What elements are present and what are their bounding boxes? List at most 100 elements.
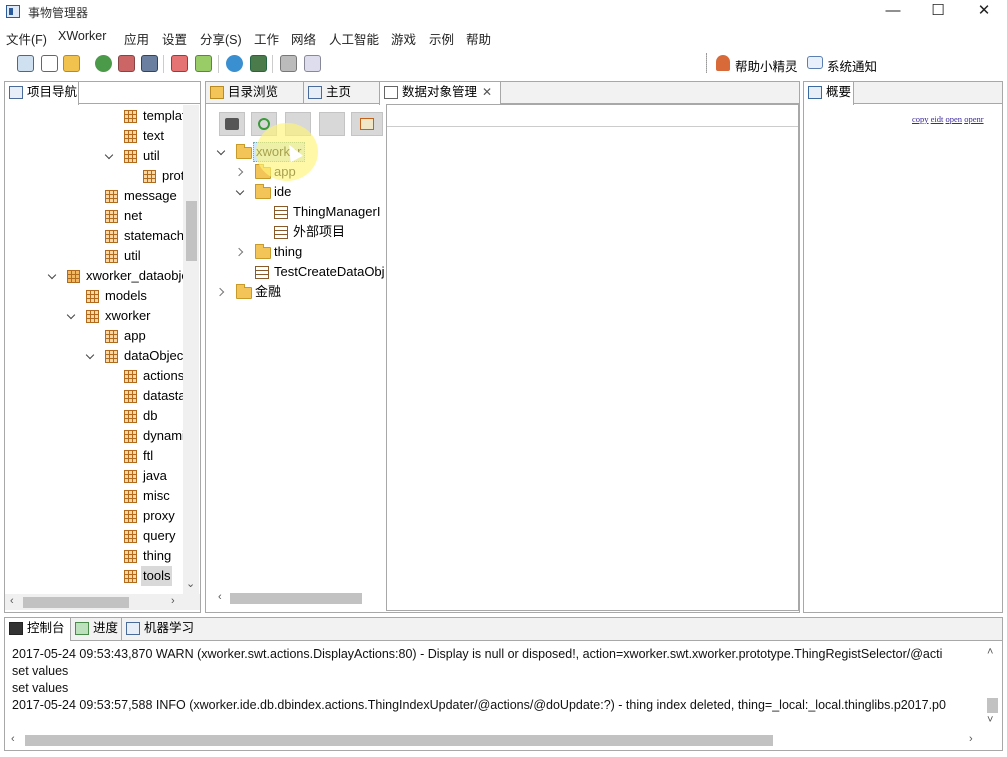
openr-link[interactable]: openr [964, 114, 983, 124]
tab-console[interactable]: 控制台 [5, 618, 71, 641]
scroll-up-icon[interactable]: ˄ [987, 646, 993, 658]
scroll-down-icon[interactable]: ˅ [987, 714, 993, 726]
nav-tree-item[interactable]: app [5, 326, 183, 346]
notify-button[interactable]: 系统通知 [827, 56, 877, 75]
tab-machine-learning[interactable]: 机器学习 [121, 618, 199, 640]
scroll-left-icon[interactable]: ‹ [11, 733, 15, 745]
globe-icon[interactable] [226, 55, 243, 72]
center-tree-item[interactable]: thing [206, 242, 384, 262]
eidt-link[interactable]: eidt [931, 114, 944, 124]
open-folder-icon[interactable] [63, 55, 80, 72]
blank-button-2[interactable] [319, 112, 345, 136]
nav-tree-item[interactable]: datastax [5, 386, 183, 406]
nav-tree-item[interactable]: tools [5, 566, 183, 586]
menu-examples[interactable]: 示例 [429, 29, 454, 48]
tab-project-navigator[interactable]: 项目导航 [5, 82, 79, 105]
nav-tree-item[interactable]: templates [5, 106, 183, 126]
scroll-thumb[interactable] [186, 201, 197, 261]
collapse-arrow-icon[interactable] [48, 271, 57, 280]
collapse-arrow-icon[interactable] [105, 151, 114, 160]
expand-arrow-icon[interactable] [217, 287, 226, 296]
nav-tree-item[interactable]: net [5, 206, 183, 226]
scroll-left-icon[interactable]: ‹ [10, 595, 14, 607]
scroll-down-icon[interactable]: ⌄ [186, 577, 195, 590]
console-vscroll[interactable]: ˄ ˅ [984, 642, 1000, 732]
nav-tree-item[interactable]: db [5, 406, 183, 426]
scroll-right-icon[interactable]: › [969, 733, 973, 745]
nav-tree-item[interactable]: ftl [5, 446, 183, 466]
maximize-button[interactable]: ☐ [915, 0, 961, 24]
console-output[interactable]: 2017-05-24 09:53:43,870 WARN (xworker.sw… [5, 642, 984, 732]
menu-ai[interactable]: 人工智能 [329, 29, 379, 48]
printer-icon[interactable] [280, 55, 297, 72]
network-icon[interactable] [250, 55, 267, 72]
collapse-arrow-icon[interactable] [86, 351, 95, 360]
tree-hscroll[interactable]: ‹ [206, 590, 384, 606]
refresh-icon[interactable] [95, 55, 112, 72]
scroll-left-icon[interactable]: ‹ [218, 591, 222, 603]
nav-tree-item[interactable]: query [5, 526, 183, 546]
new-file-icon[interactable] [41, 55, 58, 72]
menu-app[interactable]: 应用 [124, 29, 149, 48]
pdf-icon[interactable] [171, 55, 188, 72]
scroll-thumb[interactable] [230, 593, 362, 604]
object-editor-area[interactable] [386, 104, 799, 611]
nav-tree-item[interactable]: util [5, 246, 183, 266]
nav-tree-item[interactable]: dataObject [5, 346, 183, 366]
tab-data-object-manager[interactable]: 数据对象管理 ✕ [379, 82, 501, 105]
scroll-thumb[interactable] [23, 597, 129, 608]
nav-tree-item[interactable]: thing [5, 546, 183, 566]
nav-tree-item[interactable]: protot [5, 166, 183, 186]
navigator-vscroll[interactable]: ⌄ [183, 105, 199, 596]
wand-icon[interactable] [195, 55, 212, 72]
nav-tree-item[interactable]: xworker_dataobject [5, 266, 183, 286]
center-tree-item[interactable]: 外部项目 [206, 222, 384, 242]
center-tree-item[interactable]: 金融 [206, 282, 384, 302]
close-tab-icon[interactable]: ✕ [482, 82, 492, 103]
nav-tree-item[interactable]: xworker [5, 306, 183, 326]
collapse-arrow-icon[interactable] [67, 311, 76, 320]
center-tree-item[interactable]: TestCreateDataObj [206, 262, 384, 282]
tab-directory-browse[interactable]: 目录浏览 [206, 82, 303, 104]
center-tree-item[interactable]: ide [206, 182, 384, 202]
home-button[interactable] [351, 112, 383, 136]
nav-tree-item[interactable]: util [5, 146, 183, 166]
nav-tree-item[interactable]: message [5, 186, 183, 206]
menu-share[interactable]: 分享(S) [200, 29, 242, 48]
monitor-icon[interactable] [141, 55, 158, 72]
nav-tree-item[interactable]: text [5, 126, 183, 146]
nav-tree-item[interactable]: misc [5, 486, 183, 506]
menu-xworker[interactable]: XWorker [58, 29, 106, 43]
helper-button[interactable]: 帮助小精灵 [735, 56, 798, 75]
collapse-arrow-icon[interactable] [236, 187, 245, 196]
menu-settings[interactable]: 设置 [162, 29, 187, 48]
image-icon[interactable] [118, 55, 135, 72]
copy-link[interactable]: copy [912, 114, 929, 124]
nav-tree-item[interactable]: java [5, 466, 183, 486]
menu-file[interactable]: 文件(F) [6, 29, 47, 48]
tab-progress[interactable]: 进度 [71, 618, 121, 640]
minimize-button[interactable]: — [870, 0, 916, 24]
home-icon[interactable] [17, 55, 34, 72]
scroll-thumb[interactable] [25, 735, 773, 746]
console-hscroll[interactable]: ‹ › [5, 732, 1002, 748]
menu-work[interactable]: 工作 [254, 29, 279, 48]
navigator-hscroll[interactable]: ‹ › [5, 594, 200, 610]
collapse-arrow-icon[interactable] [217, 147, 226, 156]
menu-help[interactable]: 帮助 [466, 29, 491, 48]
open-link[interactable]: open [946, 114, 963, 124]
document-icon[interactable] [304, 55, 321, 72]
expand-arrow-icon[interactable] [236, 247, 245, 256]
nav-tree-item[interactable]: actions [5, 366, 183, 386]
nav-tree-item[interactable]: proxy [5, 506, 183, 526]
scroll-right-icon[interactable]: › [171, 595, 175, 607]
nav-tree-item[interactable]: models [5, 286, 183, 306]
scroll-thumb[interactable] [987, 698, 998, 713]
toolbox-button[interactable] [219, 112, 245, 136]
nav-tree-item[interactable]: statemachine [5, 226, 183, 246]
menu-games[interactable]: 游戏 [391, 29, 416, 48]
nav-tree-item[interactable]: dynamic [5, 426, 183, 446]
expand-arrow-icon[interactable] [236, 167, 245, 176]
menu-network[interactable]: 网络 [291, 29, 316, 48]
tab-outline[interactable]: 概要 [804, 82, 854, 105]
